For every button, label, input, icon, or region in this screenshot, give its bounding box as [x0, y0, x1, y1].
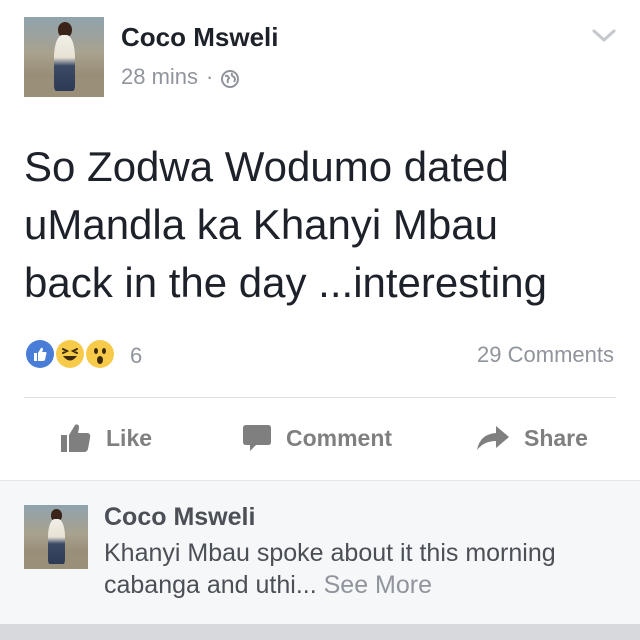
avatar-photo-person: [48, 519, 65, 564]
comments-count-link[interactable]: 29 Comments: [477, 342, 614, 368]
globe-icon[interactable]: [221, 68, 240, 88]
post-options-chevron-down-icon[interactable]: [590, 25, 618, 47]
comment-preview[interactable]: Coco Msweli Khanyi Mbau spoke about it t…: [0, 480, 640, 625]
feed-post: Coco Msweli 28 mins · So Zodwa Wodumo da…: [0, 0, 640, 480]
wow-icon: [84, 338, 120, 374]
share-label: Share: [524, 424, 588, 451]
meta-separator: ·: [206, 64, 214, 89]
see-more-link[interactable]: See More: [324, 571, 432, 599]
avatar-photo-person: [54, 34, 76, 91]
comment-bubble-icon: [243, 425, 271, 451]
reactions-summary[interactable]: 6: [24, 338, 142, 374]
thumbs-up-icon: [61, 424, 91, 452]
commenter-avatar[interactable]: [24, 505, 88, 569]
action-divider: [24, 397, 616, 398]
commenter-name[interactable]: Coco Msweli: [104, 503, 255, 532]
post-timestamp[interactable]: 28 mins: [121, 64, 198, 90]
post-author-name[interactable]: Coco Msweli: [121, 22, 278, 53]
share-arrow-icon: [477, 426, 509, 450]
reaction-count: 6: [130, 343, 143, 368]
comment-label: Comment: [286, 424, 393, 451]
author-avatar[interactable]: [24, 17, 104, 97]
like-label: Like: [106, 424, 153, 451]
feed-separator: [0, 624, 640, 640]
post-meta: 28 mins ·: [121, 64, 240, 90]
comment-button[interactable]: Comment: [242, 418, 392, 458]
share-button[interactable]: Share: [476, 418, 588, 458]
comment-text: Khanyi Mbau spoke about it this morning …: [104, 537, 624, 601]
like-button[interactable]: Like: [60, 418, 152, 458]
post-text: So Zodwa Wodumo dated uMandla ka Khanyi …: [24, 143, 547, 306]
